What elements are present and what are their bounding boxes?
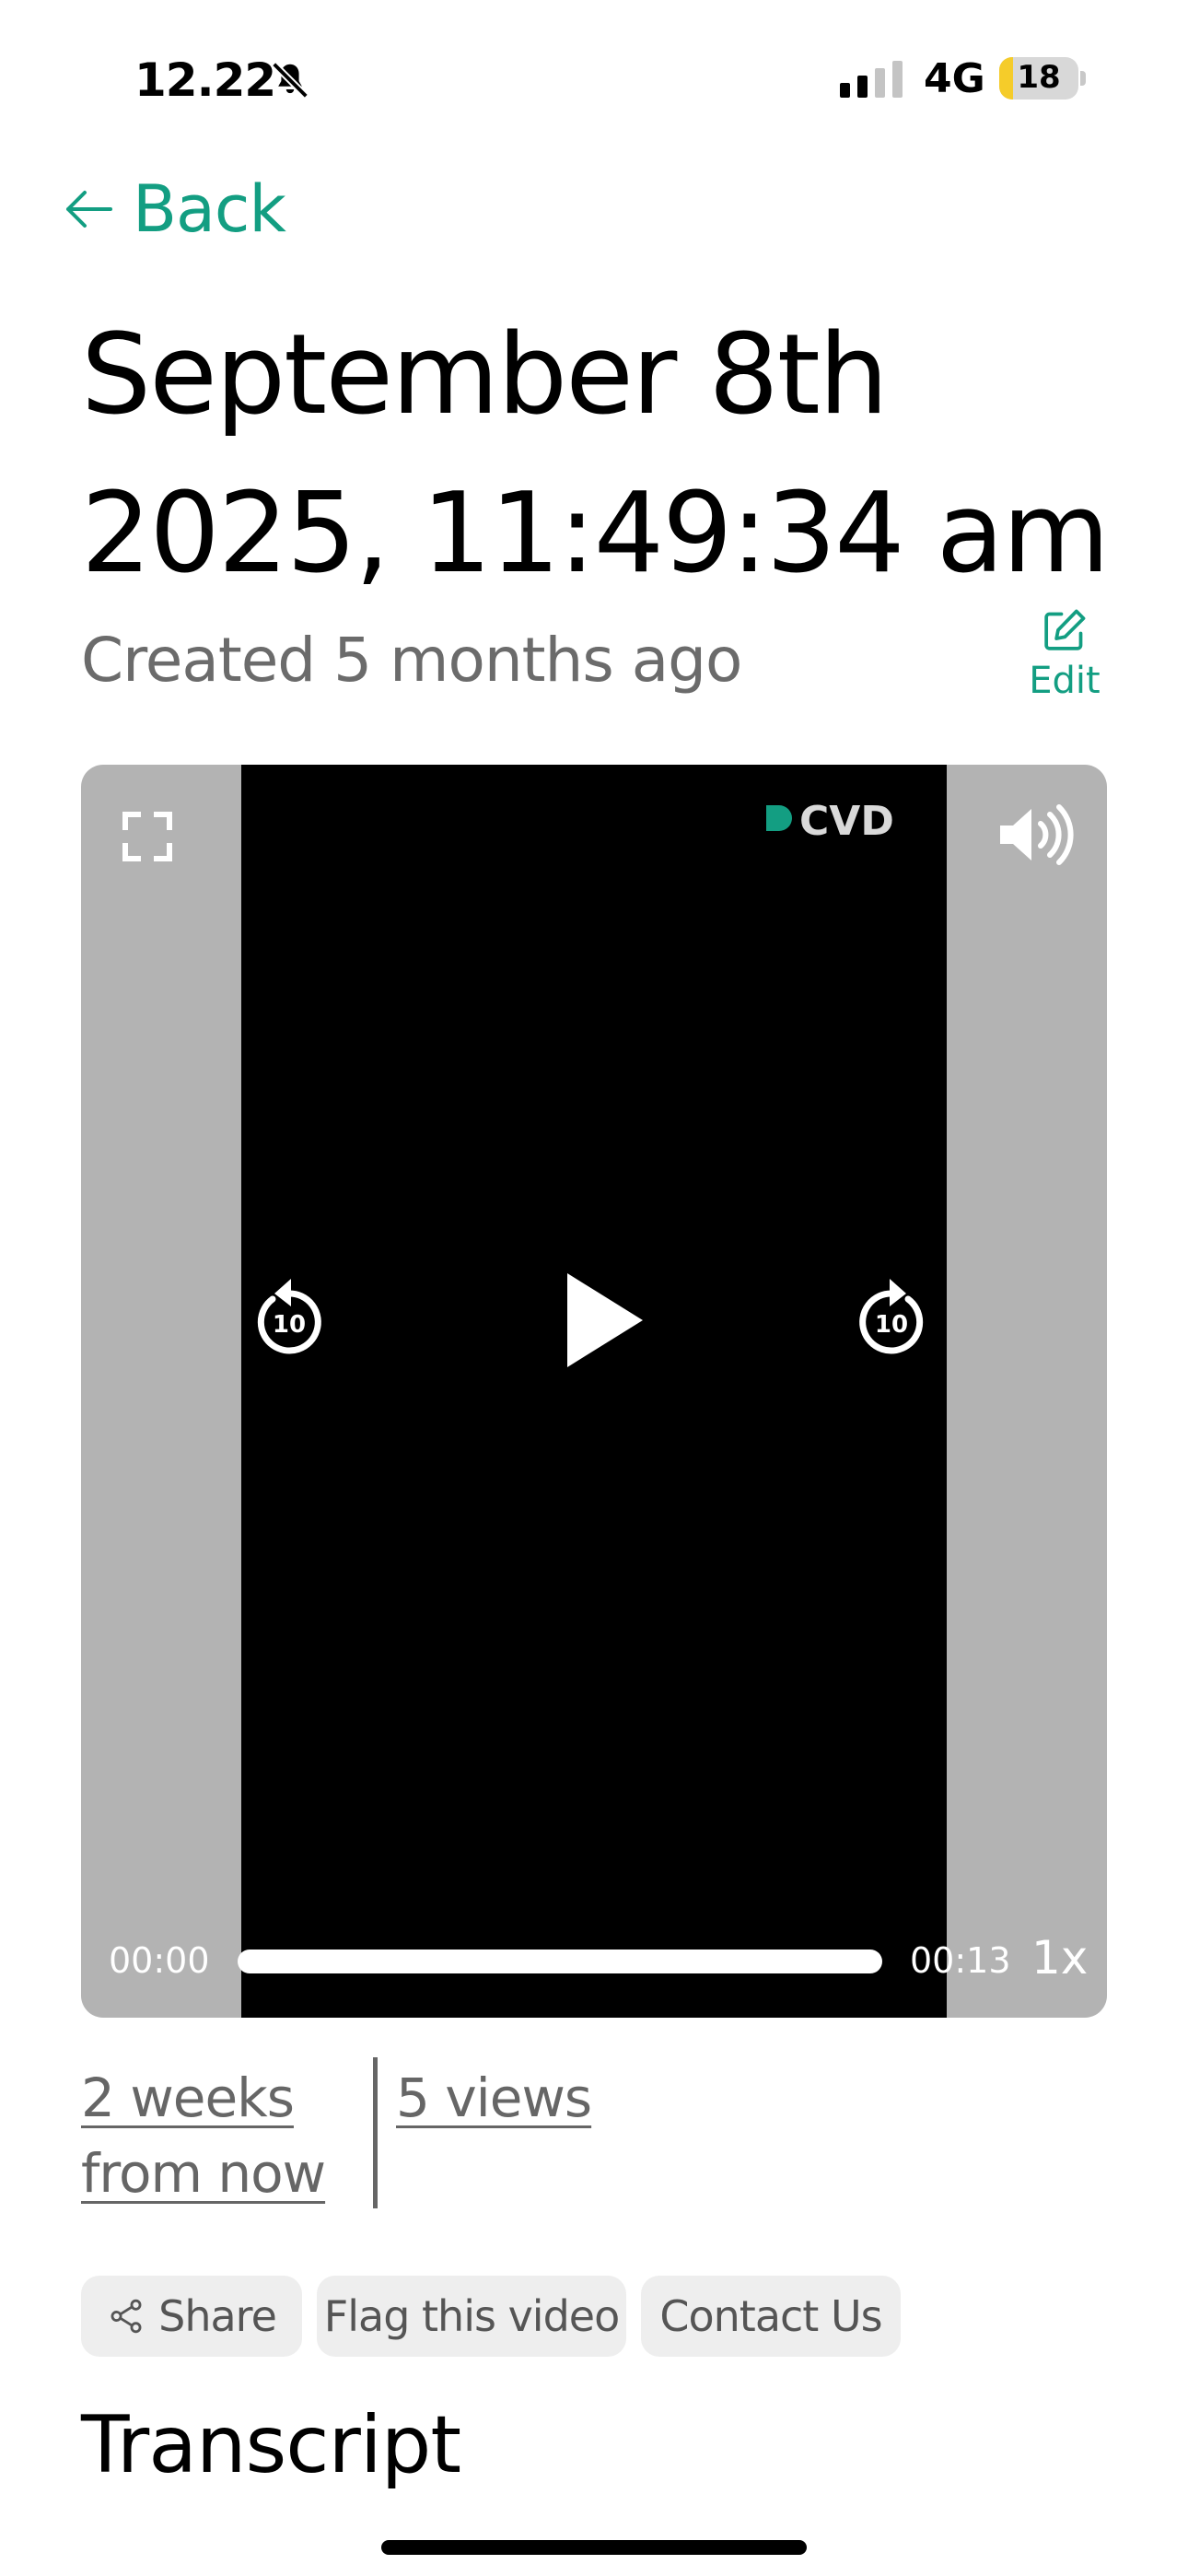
expiry-link[interactable]: 2 weeks from now: [81, 2060, 376, 2211]
current-time: 00:00: [109, 1940, 210, 1981]
views-link[interactable]: 5 views: [396, 2060, 592, 2136]
home-indicator[interactable]: [381, 2540, 807, 2555]
bell-slash-icon: [272, 62, 309, 99]
video-player[interactable]: CVD 10 10 00:00 00:13 1x: [81, 765, 1107, 2018]
forward-10-icon[interactable]: 10: [853, 1270, 930, 1362]
pencil-square-icon: [1044, 609, 1086, 650]
battery-level: 18: [1017, 59, 1061, 96]
cvd-logo: CVD: [766, 798, 894, 845]
rewind-seconds: 10: [273, 1311, 306, 1339]
share-button[interactable]: Share: [81, 2276, 302, 2357]
rewind-10-icon[interactable]: 10: [250, 1270, 328, 1362]
fullscreen-icon[interactable]: [122, 811, 173, 862]
share-icon: [111, 2299, 142, 2334]
network-type: 4G: [924, 55, 985, 102]
signal-icon: [840, 61, 903, 98]
back-button[interactable]: Back: [61, 171, 286, 247]
page-title: September 8th 2025, 11:49:34 am: [81, 311, 1110, 598]
status-time: 12.22: [134, 53, 276, 107]
video-frame[interactable]: [241, 765, 947, 2018]
share-label: Share: [158, 2291, 277, 2341]
playback-speed-button[interactable]: 1x: [1031, 1931, 1088, 1985]
battery-icon: 18: [999, 57, 1078, 100]
back-label: Back: [133, 171, 286, 247]
contact-us-button[interactable]: Contact Us: [641, 2276, 901, 2357]
progress-bar[interactable]: [238, 1950, 882, 1973]
battery-cap: [1080, 71, 1086, 86]
created-date: Created 5 months ago: [81, 625, 742, 696]
volume-icon[interactable]: [996, 803, 1074, 866]
play-icon[interactable]: [560, 1270, 652, 1371]
meta-divider: [373, 2057, 378, 2208]
edit-button[interactable]: Edit: [1028, 604, 1101, 702]
arrow-left-icon: [66, 191, 112, 228]
forward-seconds: 10: [875, 1311, 908, 1339]
cvd-logo-text: CVD: [799, 798, 894, 845]
flag-video-button[interactable]: Flag this video: [317, 2276, 626, 2357]
total-time: 00:13: [910, 1940, 1011, 1981]
transcript-heading: Transcript: [81, 2399, 461, 2491]
edit-label: Edit: [1029, 660, 1101, 702]
